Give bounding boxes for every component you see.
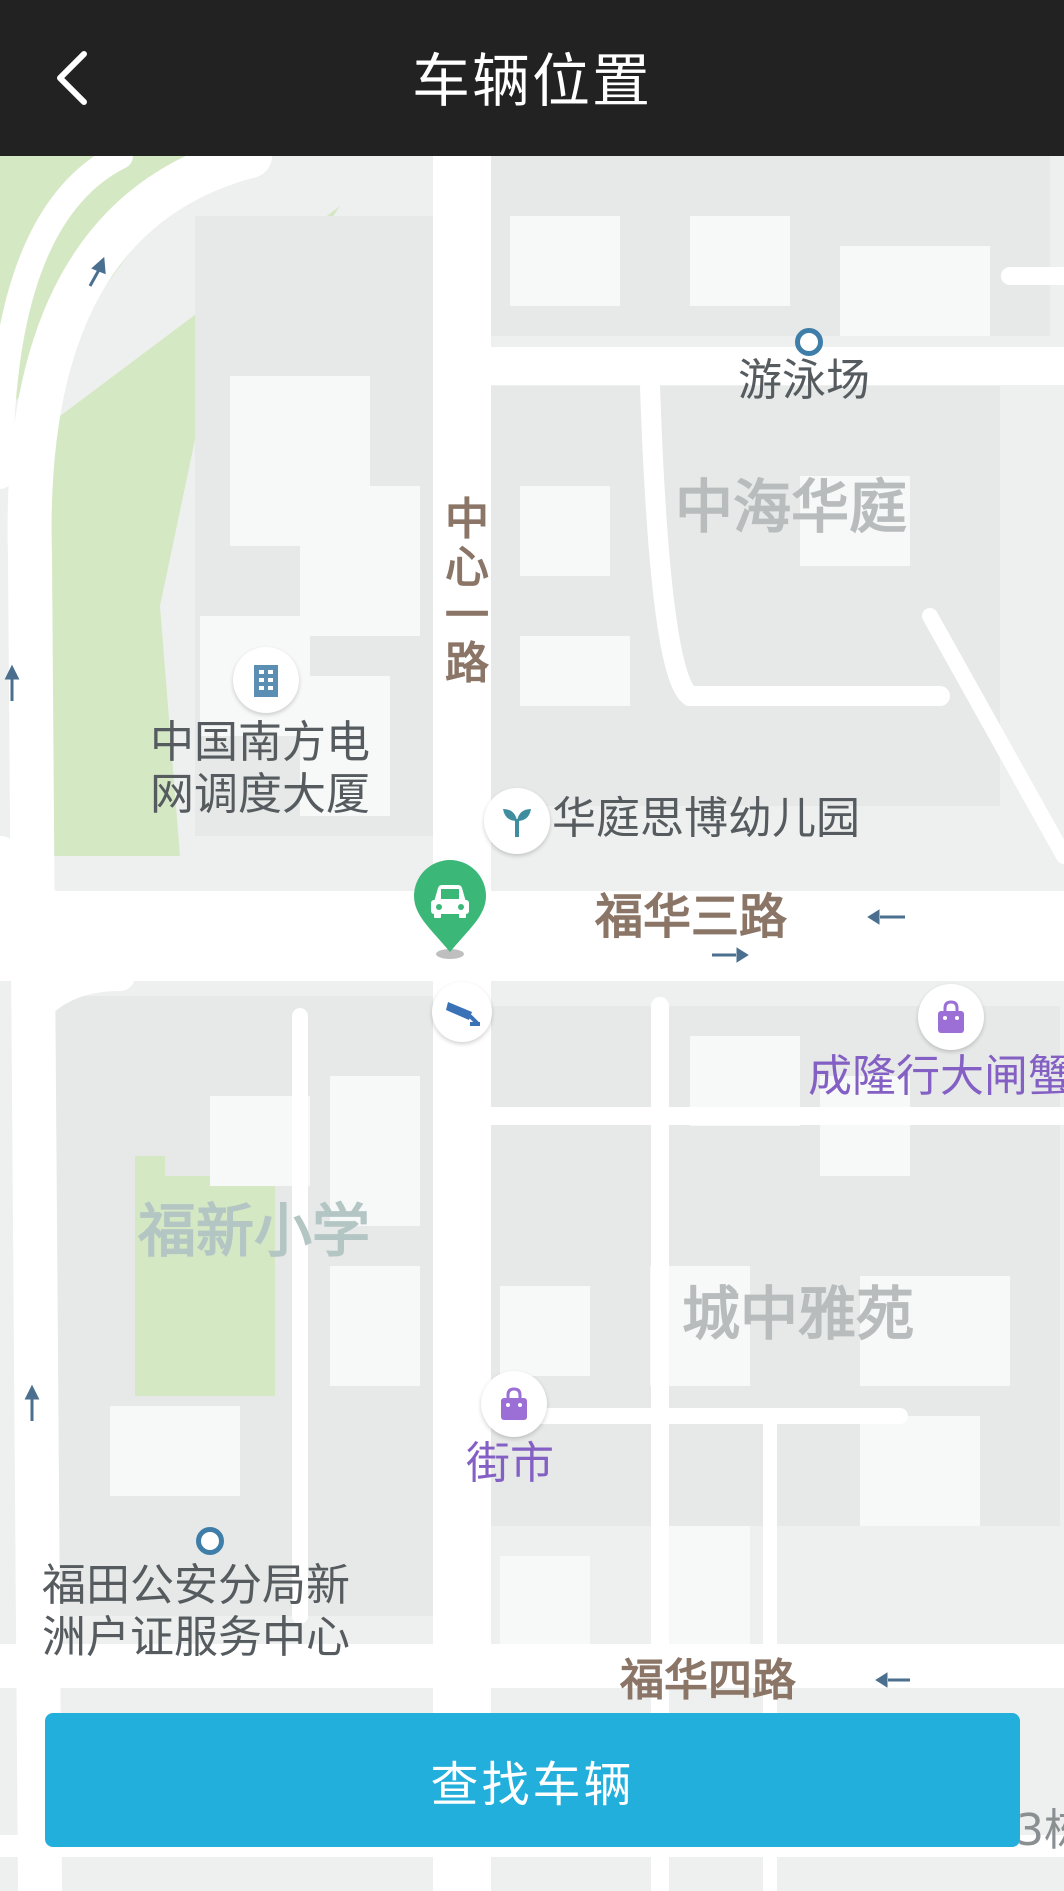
poi-label-kindergarten[interactable]: 华庭思博幼儿园 [552, 793, 860, 845]
shopping-bag-icon[interactable] [918, 984, 984, 1050]
page-title: 车辆位置 [411, 47, 652, 115]
kindergarten-sprout-icon[interactable] [484, 788, 550, 854]
poi-label-police-line1[interactable]: 福田公安分局新 [42, 1560, 350, 1612]
poi-label-edge-building: 3栋 [1016, 1805, 1064, 1856]
poi-label-street-market[interactable]: 街市 [466, 1438, 554, 1490]
poi-label-police-line2[interactable]: 洲户证服务中心 [42, 1612, 350, 1664]
map-view[interactable]: 福华三路 福华四路 中心一路 中海华庭 福新小学 城中雅苑 游泳场 中国南方电 … [0, 156, 1064, 1891]
office-building-icon[interactable] [233, 647, 299, 713]
area-label-zhonghai-huating: 中海华庭 [675, 473, 908, 541]
police-service-marker-icon[interactable] [196, 1527, 224, 1555]
road-label-zhongxin-yilu: 中心一路 [445, 494, 489, 689]
area-label-chengzhong-yayuan: 城中雅苑 [682, 1280, 915, 1348]
poi-label-chenglonghang[interactable]: 成隆行大闸蟹 [808, 1051, 1064, 1103]
poi-label-swimming-pool[interactable]: 游泳场 [738, 355, 870, 407]
area-label-fuxin-xiaoxue: 福新小学 [138, 1197, 371, 1265]
road-label-fuhua-sanlu: 福华三路 [595, 889, 788, 945]
find-vehicle-button[interactable]: 查找车辆 [45, 1713, 1020, 1847]
shopping-bag-icon[interactable] [481, 1371, 547, 1437]
top-bar: 车辆位置 [0, 0, 1064, 156]
traffic-camera-icon[interactable] [432, 982, 492, 1042]
road-label-fuhua-silu: 福华四路 [620, 1655, 796, 1706]
swimming-pool-marker-icon[interactable] [795, 328, 823, 356]
poi-label-grid-building-line1[interactable]: 中国南方电 [150, 717, 370, 769]
vehicle-location-marker-icon[interactable] [412, 860, 488, 960]
poi-label-grid-building-line2[interactable]: 网调度大厦 [150, 769, 370, 821]
